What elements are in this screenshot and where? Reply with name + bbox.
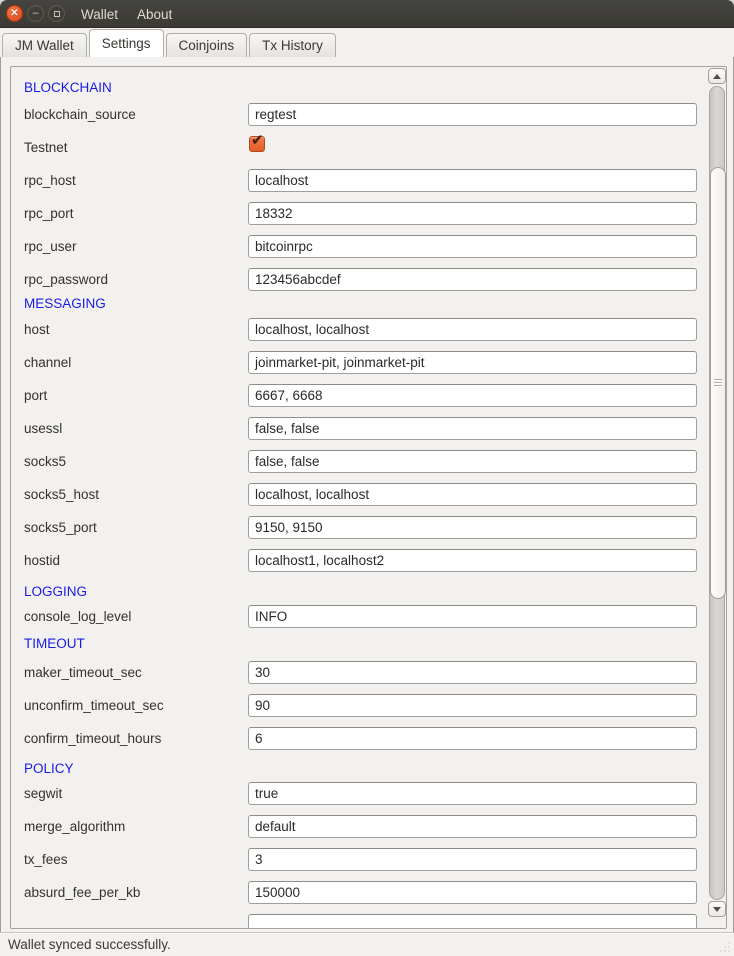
field-input-merge_algorithm[interactable] xyxy=(248,815,697,838)
settings-scroll-area: BLOCKCHAIN blockchain_source Testnet ✔ rpc_h… xyxy=(10,66,727,929)
scrollbar-groove[interactable] xyxy=(709,86,725,900)
section-header-logging: LOGGING xyxy=(24,584,87,599)
tab-bar: JM WalletSettingsCoinjoinsTx History xyxy=(0,28,734,57)
field-label-unconfirm_timeout_sec: unconfirm_timeout_sec xyxy=(24,698,164,713)
field-label-console_log_level: console_log_level xyxy=(24,609,131,624)
section-header-messaging: MESSAGING xyxy=(24,296,106,311)
field-label-rpc_user: rpc_user xyxy=(24,239,77,254)
section-header-timeout: TIMEOUT xyxy=(24,636,85,651)
field-input-unconfirm_timeout_sec[interactable] xyxy=(248,694,697,717)
field-label-testnet: Testnet xyxy=(24,140,68,155)
field-label-socks5_port: socks5_port xyxy=(24,520,97,535)
field-input-confirm_timeout_hours[interactable] xyxy=(248,727,697,750)
field-input-host[interactable] xyxy=(248,318,697,341)
checkbox-testnet[interactable]: ✔ xyxy=(249,136,265,152)
field-label-usessl: usessl xyxy=(24,421,62,436)
resize-grip[interactable] xyxy=(719,941,731,953)
tab-tx-history[interactable]: Tx History xyxy=(249,33,336,57)
field-input-hostid[interactable] xyxy=(248,549,697,572)
maximize-icon xyxy=(49,6,64,21)
field-input-absurd_fee_per_kb[interactable] xyxy=(248,881,697,904)
field-input-rpc_port[interactable] xyxy=(248,202,697,225)
field-label-rpc_password: rpc_password xyxy=(24,272,108,287)
minimize-button[interactable]: – xyxy=(27,5,44,22)
field-input-usessl[interactable] xyxy=(248,417,697,440)
maximize-button[interactable] xyxy=(48,5,65,22)
close-button[interactable]: ✕ xyxy=(6,5,23,22)
field-input-maker_timeout_sec[interactable] xyxy=(248,661,697,684)
field-label-blockchain_source: blockchain_source xyxy=(24,107,136,122)
menubar: Wallet About xyxy=(79,0,174,28)
tab-settings[interactable]: Settings xyxy=(89,29,164,57)
field-label-socks5_host: socks5_host xyxy=(24,487,99,502)
section-header-policy: POLICY xyxy=(24,761,74,776)
field-input-socks5[interactable] xyxy=(248,450,697,473)
field-label-rpc_host: rpc_host xyxy=(24,173,76,188)
arrow-down-icon xyxy=(713,907,721,912)
arrow-up-icon xyxy=(713,74,721,79)
menu-wallet[interactable]: Wallet xyxy=(79,7,120,22)
field-label-segwit: segwit xyxy=(24,786,62,801)
vertical-scrollbar[interactable] xyxy=(708,68,726,917)
status-text: Wallet synced successfully. xyxy=(8,937,171,952)
field-label-merge_algorithm: merge_algorithm xyxy=(24,819,125,834)
titlebar: ✕ – Wallet About xyxy=(0,0,734,28)
minimize-icon: – xyxy=(28,6,43,21)
field-input-socks5_host[interactable] xyxy=(248,483,697,506)
field-label-channel: channel xyxy=(24,355,71,370)
field-input-tx_fees[interactable] xyxy=(248,848,697,871)
field-input-port[interactable] xyxy=(248,384,697,407)
field-label-tx_fees: tx_fees xyxy=(24,852,68,867)
tab-coinjoins[interactable]: Coinjoins xyxy=(166,33,248,57)
scrollbar-grip-icon xyxy=(714,379,722,387)
close-icon: ✕ xyxy=(7,6,22,21)
field-input-socks5_port[interactable] xyxy=(248,516,697,539)
field-label-host: host xyxy=(24,322,50,337)
field-input-blockchain_source[interactable] xyxy=(248,103,697,126)
field-label-maker_timeout_sec: maker_timeout_sec xyxy=(24,665,142,680)
section-header-blockchain: BLOCKCHAIN xyxy=(24,80,112,95)
field-label-port: port xyxy=(24,388,47,403)
field-input-rpc_password[interactable] xyxy=(248,268,697,291)
field-label-rpc_port: rpc_port xyxy=(24,206,74,221)
field-input-next-field[interactable] xyxy=(248,914,697,929)
field-label-absurd_fee_per_kb: absurd_fee_per_kb xyxy=(24,885,140,900)
app-window: ✕ – Wallet About JM WalletSettingsCoinjoi… xyxy=(0,0,734,956)
field-input-segwit[interactable] xyxy=(248,782,697,805)
status-bar: Wallet synced successfully. xyxy=(0,932,734,956)
menu-about[interactable]: About xyxy=(135,7,174,22)
tab-jm-wallet[interactable]: JM Wallet xyxy=(2,33,87,57)
scrollbar-down-button[interactable] xyxy=(708,901,726,917)
field-input-channel[interactable] xyxy=(248,351,697,374)
field-input-console_log_level[interactable] xyxy=(248,605,697,628)
checkmark-icon: ✔ xyxy=(251,133,264,148)
field-label-socks5: socks5 xyxy=(24,454,66,469)
field-input-rpc_user[interactable] xyxy=(248,235,697,258)
field-label-hostid: hostid xyxy=(24,553,60,568)
field-label-confirm_timeout_hours: confirm_timeout_hours xyxy=(24,731,161,746)
scrollbar-handle[interactable] xyxy=(710,167,726,599)
scrollbar-up-button[interactable] xyxy=(708,68,726,84)
field-input-rpc_host[interactable] xyxy=(248,169,697,192)
